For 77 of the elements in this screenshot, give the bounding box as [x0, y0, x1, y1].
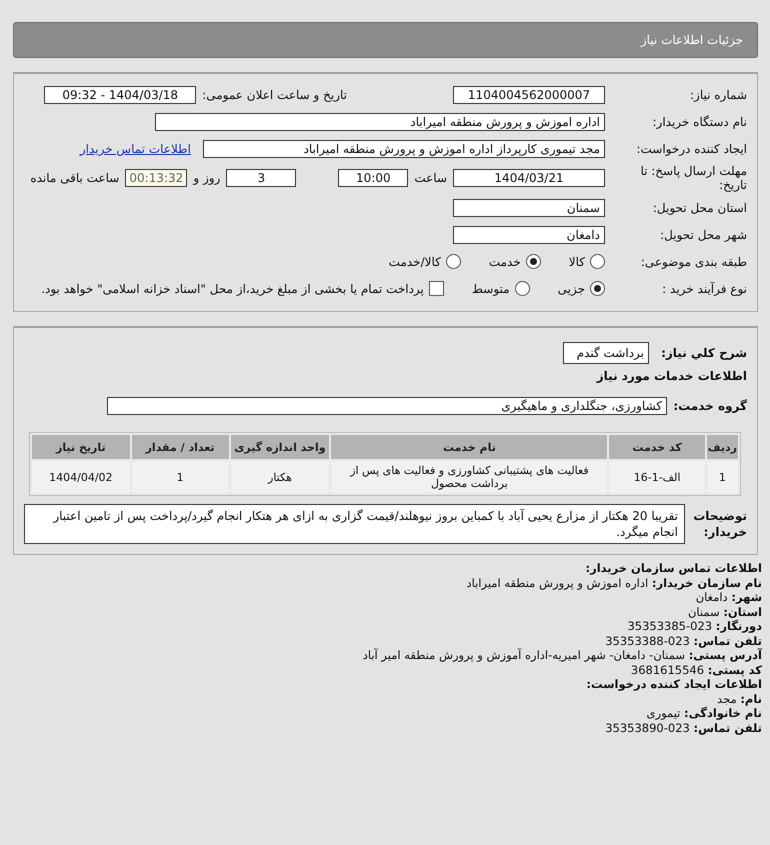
info-label: نام خانوادگی: — [684, 706, 762, 720]
section-heading: اطلاعات خدمات مورد نیاز — [595, 369, 747, 383]
checkbox-label: پرداخت تمام یا بخشی از مبلغ خرید،از محل "اسناد خزانه اسلامی" خواهد بود. — [41, 282, 424, 296]
table-cell: فعالیت های پشتیبانی کشاورزی و فعالیت های پس از برداشت محصول — [331, 461, 608, 493]
text-field[interactable]: سمنان — [453, 198, 605, 216]
field-label: طبقه بندی موضوعی: — [640, 254, 747, 268]
section-heading: اطلاعات ایجاد کننده درخواست: — [586, 677, 762, 691]
column-header: کد خدمت — [609, 435, 705, 459]
column-header: واحد اندازه گیری — [230, 435, 330, 459]
radio-button[interactable] — [446, 254, 461, 269]
text-field[interactable]: دامغان — [453, 226, 605, 244]
text-field[interactable]: برداشت گندم — [563, 342, 649, 364]
description-text: تقریبا 20 هکتار از مزارع یحیی آباد با کمباین بروز نیوهلند/قیمت گزاری به ازای هر هتکار انجام گیرد/پرداخت پس از تامین اعتبار انجام میگرد. — [24, 504, 685, 544]
radio-button[interactable] — [590, 281, 605, 296]
info-value: سمنان — [688, 604, 720, 618]
column-header: نام خدمت — [331, 435, 608, 459]
page-title-bar: جزئیات اطلاعات نیاز — [13, 22, 758, 58]
info-value: اداره اموزش و پرورش منطقه امیراباد — [466, 576, 648, 590]
table-cell: 1404/04/02 — [32, 461, 130, 493]
table-cell: هکتار — [230, 461, 330, 493]
column-header: تاریخ نیاز — [32, 435, 130, 459]
contact-link[interactable]: اطلاعات تماس خریدار — [80, 142, 191, 156]
field-label: ساعت — [414, 171, 447, 185]
field-label: نوع فرآیند خرید : — [661, 282, 747, 296]
field-label: مهلت ارسال پاسخ: تا تاریخ: — [639, 164, 747, 192]
field-label: استان محل تحویل: — [652, 200, 747, 214]
radio-button[interactable] — [590, 254, 605, 269]
table-cell: 1 — [132, 461, 228, 493]
field-label: نام دستگاه خریدار: — [652, 114, 747, 128]
date-field[interactable]: 1404/03/21 — [453, 169, 605, 187]
days-field[interactable]: 3 — [226, 169, 296, 187]
text-field[interactable]: 1404/03/18 - 09:32 — [44, 86, 196, 104]
info-label: نام سازمان خریدار: — [652, 576, 762, 590]
info-label: تلفن تماس: — [694, 634, 762, 648]
info-label: دورنگار: — [716, 619, 762, 633]
info-value: مجد — [717, 692, 737, 706]
radio-button[interactable] — [526, 254, 541, 269]
info-value: 023-35353890 — [605, 720, 690, 734]
time-field[interactable]: 10:00 — [338, 169, 408, 187]
section-heading: اطلاعات تماس سازمان خریدار: — [585, 561, 762, 575]
option-label: کالا/خدمت — [388, 254, 441, 268]
column-header: ردیف — [706, 435, 738, 459]
field-label: گروه خدمت: — [673, 398, 747, 412]
field-label: تاریخ و ساعت اعلان عمومی: — [202, 88, 347, 102]
table-cell: الف-1-16 — [609, 461, 705, 493]
info-label: نام: — [740, 692, 762, 706]
field-label: شماره نیاز: — [689, 88, 747, 102]
text-field[interactable]: 1104004562000007 — [453, 86, 605, 104]
text-field[interactable]: مجد تیموری کارپرداز اداره اموزش و پرورش منطقه امیراباد — [203, 140, 605, 158]
table-cell: 1 — [706, 461, 738, 493]
field-label: شهر محل تحویل: — [659, 228, 747, 242]
checkbox[interactable] — [428, 281, 444, 296]
info-value: 023-35353388 — [605, 634, 690, 648]
info-value: 023-35353385 — [627, 619, 712, 633]
option-label: متوسط — [472, 282, 510, 296]
countdown-field: 00:13:32 — [125, 169, 188, 187]
info-label: تلفن تماس: — [694, 720, 762, 734]
radio-button[interactable] — [514, 281, 530, 296]
text-field[interactable]: اداره اموزش و پرورش منطقه امیراباد — [155, 112, 605, 130]
info-value: سمنان- دامغان- شهر امیریه-اداره آموزش و پرورش منطقه امیر آباد — [362, 648, 686, 662]
field-label: ایجاد کننده درخواست: — [635, 142, 747, 156]
field-label: ساعت باقی مانده — [30, 171, 120, 185]
info-label: شهر: — [731, 590, 762, 604]
column-header: تعداد / مقدار — [132, 435, 228, 459]
info-value: تیموری — [646, 706, 680, 720]
option-label: جزیی — [558, 282, 585, 296]
field-label: توضیحات خریدار: — [692, 508, 747, 540]
info-label: استان: — [723, 604, 762, 618]
text-field[interactable]: کشاورزی، جنگلداری و ماهیگیری — [107, 396, 667, 414]
info-value: 3681615546 — [630, 662, 704, 676]
option-label: خدمت — [488, 254, 521, 268]
field-label: شرح کلي نياز: — [660, 346, 747, 360]
info-value: دامغان — [696, 590, 728, 604]
field-label: روز و — [193, 171, 220, 185]
info-label: آدرس پستی: — [688, 648, 762, 662]
option-label: کالا — [568, 254, 585, 268]
info-label: کد پستی: — [708, 662, 762, 676]
